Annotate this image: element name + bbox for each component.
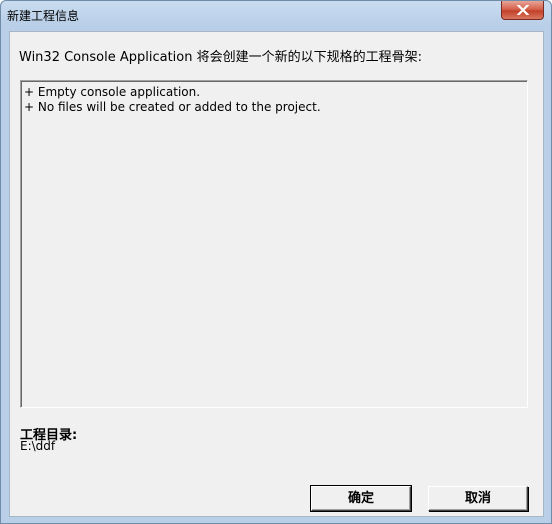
title-bar[interactable]: 新建工程信息 xyxy=(1,1,551,29)
dialog-body: Win32 Console Application 将会创建一个新的以下规格的工… xyxy=(9,31,544,517)
info-line-2: + No files will be created or added to t… xyxy=(24,100,321,114)
project-info-box[interactable]: + Empty console application. + No files … xyxy=(20,80,528,408)
info-line-1: + Empty console application. xyxy=(24,85,201,99)
cancel-button[interactable]: 取消 xyxy=(428,486,528,511)
dialog-window: 新建工程信息 Win32 Console Application 将会创建一个新… xyxy=(0,0,552,524)
close-button[interactable] xyxy=(501,1,544,20)
close-icon xyxy=(517,5,529,15)
window-title: 新建工程信息 xyxy=(7,9,80,23)
ok-button[interactable]: 确定 xyxy=(310,485,412,512)
project-dir-value: E:\ddf xyxy=(20,439,56,453)
description-text: Win32 Console Application 将会创建一个新的以下规格的工… xyxy=(19,50,422,65)
